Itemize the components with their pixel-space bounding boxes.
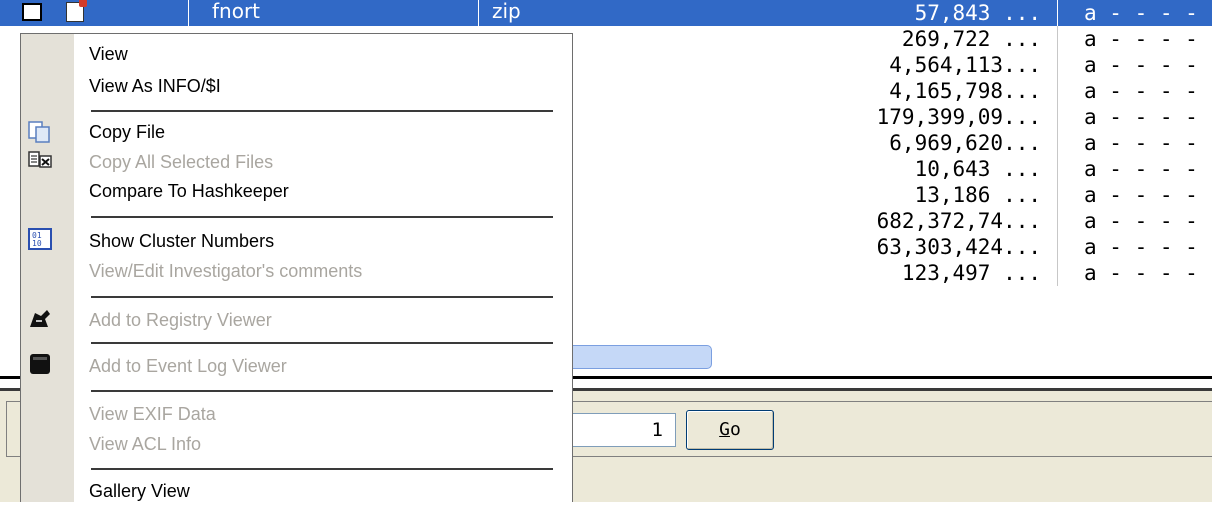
go-button-label: o <box>730 419 741 440</box>
menu-item-view-as-info[interactable]: View As INFO/$I <box>89 72 221 100</box>
row-select-cell <box>0 0 130 26</box>
file-attr-cell: a - - - - <box>1084 131 1198 155</box>
go-button[interactable]: Go <box>686 410 774 450</box>
context-menu: View View As INFO/$I Copy File Copy All … <box>20 33 573 502</box>
registry-viewer-icon <box>30 310 50 327</box>
file-icon <box>66 0 87 22</box>
page-number-input[interactable]: 1 <box>566 413 676 447</box>
file-name-cell: fnort <box>212 0 261 23</box>
menu-item-view-edit-comments: View/Edit Investigator's comments <box>89 261 363 281</box>
menu-item-view[interactable]: View <box>89 40 128 68</box>
menu-separator <box>91 468 553 470</box>
menu-separator <box>91 110 553 112</box>
menu-icon-strip <box>21 34 74 502</box>
copy-all-icon <box>28 151 52 168</box>
row-checkbox[interactable] <box>22 3 42 21</box>
copy-icon <box>28 121 50 143</box>
file-size-cell: 123,497 ... <box>768 260 1058 286</box>
menu-separator <box>91 296 553 298</box>
event-log-icon <box>30 354 50 374</box>
menu-item-copy-file[interactable]: Copy File <box>89 118 165 146</box>
table-row-selected[interactable]: fnort zip 57,843 ... a - - - - <box>0 0 1212 26</box>
menu-item-compare-hashkeeper[interactable]: Compare To Hashkeeper <box>89 177 289 205</box>
file-size-cell: 682,372,74... <box>768 208 1058 234</box>
svg-text:10: 10 <box>32 239 42 248</box>
go-button-accel: G <box>719 419 730 440</box>
column-divider <box>188 0 189 26</box>
menu-item-view-acl: View ACL Info <box>89 434 202 454</box>
file-size-cell: 4,564,113... <box>768 52 1058 78</box>
file-attr-cell: a - - - - <box>1084 209 1198 233</box>
file-size-cell: 63,303,424... <box>768 234 1058 260</box>
menu-item-add-event-log-viewer: Add to Event Log Viewer <box>89 356 287 376</box>
menu-item-show-cluster-numbers[interactable]: Show Cluster Numbers <box>89 227 274 255</box>
menu-separator <box>91 216 553 218</box>
menu-item-gallery-view[interactable]: Gallery View <box>89 477 190 505</box>
file-attr-cell: a - - - - <box>1084 53 1198 77</box>
file-size-cell: 269,722 ... <box>768 26 1058 52</box>
file-attr-cell: a - - - - <box>1084 261 1198 285</box>
menu-separator <box>91 390 553 392</box>
file-attr-cell: a - - - - <box>1084 27 1198 51</box>
file-size-cell: 13,186 ... <box>768 182 1058 208</box>
menu-item-copy-all-selected: Copy All Selected Files <box>89 152 274 172</box>
file-attr-cell: a - - - - <box>1084 157 1198 181</box>
column-divider <box>478 0 479 26</box>
file-size-cell: 179,399,09... <box>768 104 1058 130</box>
file-attr-cell: a - - - - <box>1084 235 1198 259</box>
file-attr-cell: a - - - - <box>1084 79 1198 103</box>
menu-item-view-exif: View EXIF Data <box>89 404 216 424</box>
file-size-cell: 6,969,620... <box>768 130 1058 156</box>
file-attr-cell: a - - - - <box>1084 105 1198 129</box>
cluster-numbers-icon: 01 10 <box>28 228 52 250</box>
file-attr-cell: a - - - - <box>1084 1 1198 25</box>
file-size-cell: 4,165,798... <box>768 78 1058 104</box>
file-ext-cell: zip <box>492 0 521 23</box>
file-attr-cell: a - - - - <box>1084 183 1198 207</box>
menu-separator <box>91 342 553 344</box>
file-size-cell: 57,843 ... <box>768 0 1058 26</box>
menu-item-add-registry-viewer: Add to Registry Viewer <box>89 310 272 330</box>
file-size-cell: 10,643 ... <box>768 156 1058 182</box>
